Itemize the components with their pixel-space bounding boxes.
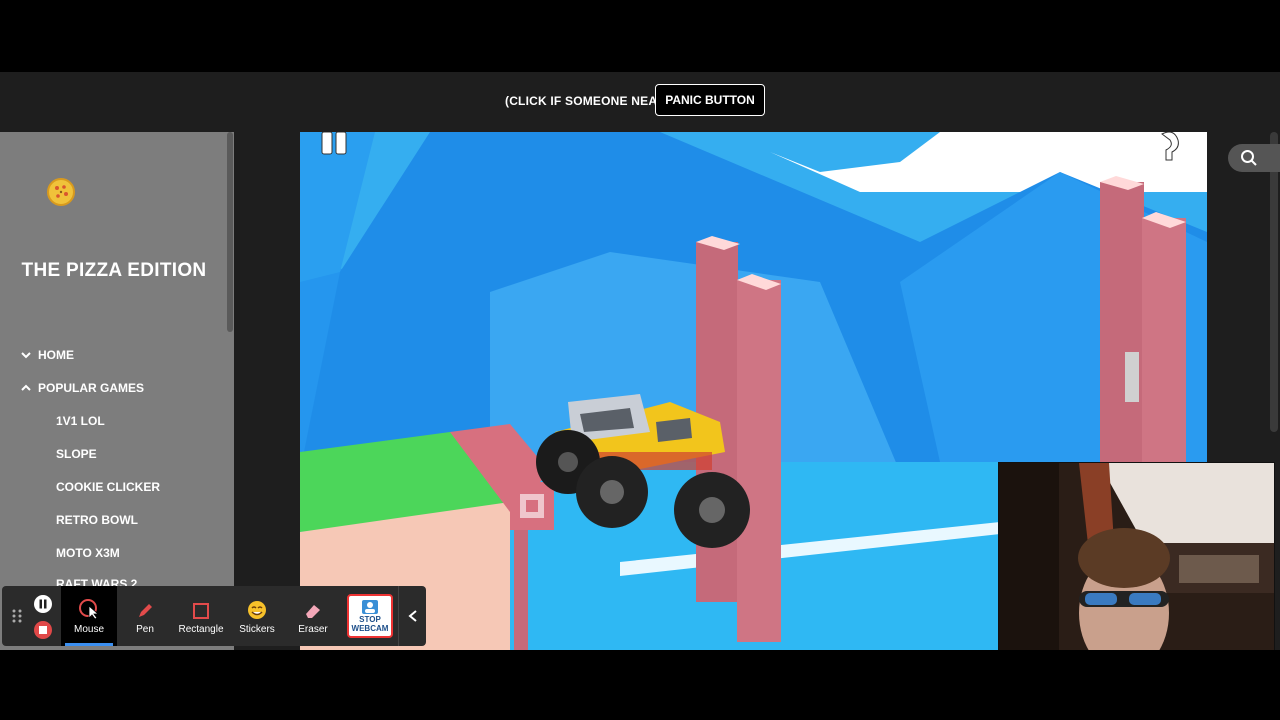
nav-home-label: HOME xyxy=(38,348,74,362)
stop-recording-icon[interactable] xyxy=(33,620,53,640)
game-link-slope[interactable]: SLOPE xyxy=(56,447,97,461)
pen-icon xyxy=(139,604,152,617)
drag-handle-icon[interactable] xyxy=(12,608,22,624)
stop-webcam-line2: WEBCAM xyxy=(351,624,389,633)
mouse-cursor-icon xyxy=(79,599,100,620)
stop-webcam-button[interactable]: STOP WEBCAM xyxy=(347,594,393,638)
site-title[interactable]: THE PIZZA EDITION xyxy=(0,260,228,282)
stop-webcam-line1: STOP xyxy=(359,615,381,624)
letterbox-bottom xyxy=(0,650,1280,720)
tool-stickers-label: Stickers xyxy=(239,624,275,635)
tool-mouse-label: Mouse xyxy=(73,624,104,635)
nav-popular-games-label: POPULAR GAMES xyxy=(38,381,145,395)
eraser-icon xyxy=(306,605,320,618)
annotation-toolbar: Mouse Pen Rectangle Stickers Eraser STOP xyxy=(2,586,426,646)
game-link-retro-bowl[interactable]: RETRO BOWL xyxy=(56,513,138,527)
game-link-moto-x3m[interactable]: MOTO X3M xyxy=(56,546,120,560)
tool-stickers[interactable]: Stickers xyxy=(229,586,285,646)
nav-home[interactable]: HOME xyxy=(20,348,74,362)
tool-pen[interactable]: Pen xyxy=(117,586,173,646)
sidebar-scrollbar[interactable] xyxy=(227,132,233,332)
search-button[interactable] xyxy=(1228,144,1280,172)
collapse-toolbar-button[interactable] xyxy=(398,586,427,646)
tool-pen-label: Pen xyxy=(136,624,154,635)
chevron-up-icon xyxy=(21,384,31,391)
pause-recording-icon[interactable] xyxy=(33,594,53,614)
nav-popular-games[interactable]: POPULAR GAMES xyxy=(20,381,144,395)
tool-eraser[interactable]: Eraser xyxy=(285,586,341,646)
page-area: THE PIZZA EDITION HOME POPULAR GAMES 1V1… xyxy=(0,132,1280,650)
game-link-cookie-clicker[interactable]: COOKIE CLICKER xyxy=(56,480,160,494)
chevron-down-icon xyxy=(21,352,31,359)
sticker-icon xyxy=(248,601,266,619)
webcam-preview xyxy=(998,462,1275,650)
tool-mouse[interactable]: Mouse xyxy=(61,586,117,646)
rectangle-icon xyxy=(193,603,209,619)
webcam-icon xyxy=(362,600,378,614)
game-link-1v1-lol[interactable]: 1V1 LOL xyxy=(56,414,105,428)
page-scrollbar[interactable] xyxy=(1270,132,1278,432)
sidebar: THE PIZZA EDITION HOME POPULAR GAMES 1V1… xyxy=(0,132,234,650)
panic-button[interactable]: PANIC BUTTON xyxy=(655,84,765,116)
search-icon xyxy=(1241,150,1257,166)
tool-rectangle[interactable]: Rectangle xyxy=(173,586,229,646)
chevron-left-icon xyxy=(408,610,417,622)
pizza-logo-icon[interactable] xyxy=(47,178,75,206)
tool-eraser-label: Eraser xyxy=(298,624,328,635)
tool-rectangle-label: Rectangle xyxy=(178,624,224,635)
